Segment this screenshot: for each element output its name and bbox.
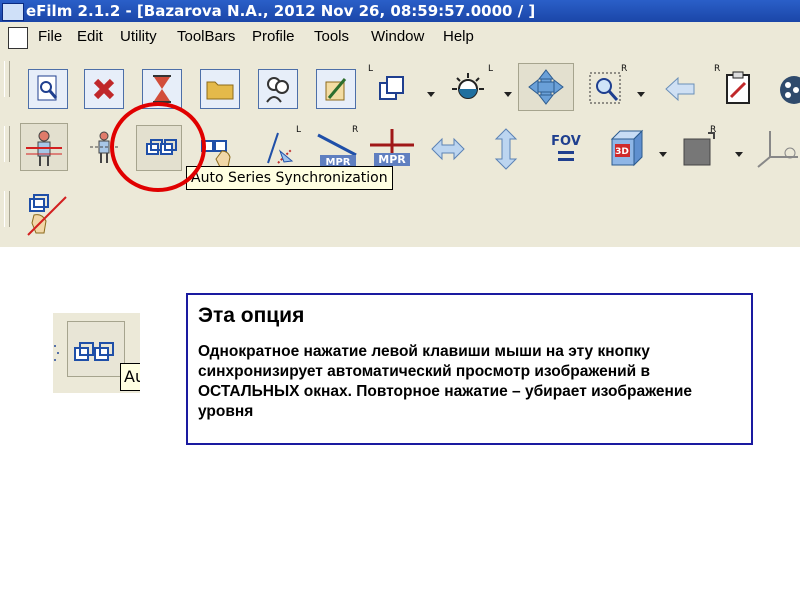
pen-paper-icon [325, 78, 347, 101]
arrow-left-icon [665, 76, 695, 102]
window-level-button[interactable] [448, 69, 488, 109]
superscript-label: R [710, 125, 717, 135]
mpr-label: MPR [378, 153, 406, 166]
clipboard-icon [726, 71, 750, 104]
document-icon[interactable] [8, 27, 28, 49]
pan-button[interactable] [518, 63, 574, 111]
linked-windows-icon [74, 342, 114, 361]
superscript-label: R [352, 125, 359, 135]
volume-3d-button[interactable]: 3D [606, 127, 656, 167]
callout-body: Однократное нажатие левой клавиши мыши н… [198, 343, 692, 420]
magnifier-page-icon [37, 75, 58, 101]
callout-title: Эта опция [198, 304, 305, 327]
disable-sync-button[interactable] [24, 191, 70, 237]
title-bar: eFilm 2.1.2 - [Bazarova N.A., 2012 Nov 2… [0, 0, 800, 22]
annotate-button[interactable] [316, 69, 356, 109]
superscript-label: L [296, 125, 302, 135]
hand-strikethrough-icon [27, 194, 67, 236]
superscript-label: L [368, 64, 374, 74]
auto-series-sync-button-zoomed [67, 321, 125, 377]
film-reel-icon [780, 76, 800, 104]
cube-3d-icon: 3D [610, 129, 644, 167]
fov-label: FOV [551, 134, 581, 149]
window-title: eFilm 2.1.2 - [Bazarova N.A., 2012 Nov 2… [26, 2, 536, 20]
flip-horizontal-button[interactable] [428, 131, 468, 171]
report-button[interactable] [718, 69, 758, 109]
highlight-circle [110, 102, 206, 192]
menu-tools[interactable]: Tools [314, 28, 349, 45]
superscript-label: R [714, 64, 721, 74]
menu-utility[interactable]: Utility [120, 28, 157, 45]
flip-vertical-button[interactable] [486, 127, 526, 170]
window-level-icon [452, 73, 484, 99]
crosshair-plane-icon: MPR [370, 129, 414, 166]
zoomed-button-crop: Au [53, 313, 140, 393]
axes-button[interactable] [752, 127, 800, 168]
zoom-magnifier-icon [589, 72, 621, 104]
grey-square-icon [683, 132, 715, 166]
angle-measure-icon [267, 132, 294, 164]
oblique-plane-icon: MPR [317, 133, 357, 168]
measure-button[interactable] [262, 129, 302, 169]
arrows-horizontal-icon [431, 137, 465, 161]
chevron-down-icon[interactable] [427, 92, 435, 97]
toolbar-gripper[interactable] [4, 61, 10, 97]
callout-box: Эта опция Однократное нажатие левой клав… [186, 293, 753, 445]
folder-icon [206, 81, 234, 100]
arrows-vertical-icon [494, 128, 518, 170]
people-icon [266, 77, 289, 103]
patient-orientation-button[interactable] [20, 123, 68, 171]
app-icon [2, 3, 24, 21]
superscript-label: R [621, 64, 628, 74]
toolbar-edge-dots-icon [54, 345, 59, 361]
menu-window[interactable]: Window [371, 28, 424, 45]
mip-button[interactable] [678, 129, 718, 169]
menu-toolbars[interactable]: ToolBars [177, 28, 235, 45]
chevron-down-icon[interactable] [659, 152, 667, 157]
open-study-button[interactable] [28, 69, 68, 109]
toolbar-gripper[interactable] [4, 126, 10, 162]
close-icon [93, 78, 115, 100]
fov-button[interactable]: FOV [546, 129, 586, 169]
axes-icon [757, 131, 798, 168]
toolbar-gripper[interactable] [4, 191, 10, 227]
patients-button[interactable] [258, 69, 298, 109]
mpr-oblique-button[interactable]: MPR [314, 129, 362, 169]
film-reel-button[interactable] [774, 69, 800, 109]
person-crosshair-icon [26, 130, 62, 166]
layout-button[interactable] [374, 69, 414, 109]
menu-bar: File Edit Utility ToolBars Profile Tools… [0, 22, 800, 52]
tooltip: Auto Series Synchronization [186, 166, 393, 190]
superscript-label: L [488, 64, 494, 74]
previous-button[interactable] [660, 69, 700, 109]
move-arrows-icon [528, 69, 564, 105]
mpr-button[interactable]: MPR [368, 127, 416, 167]
open-folder-button[interactable] [200, 69, 240, 109]
zoomed-tooltip: Au [120, 363, 140, 391]
fov-icon: FOV [551, 134, 581, 161]
menu-help[interactable]: Help [443, 28, 474, 45]
menu-edit[interactable]: Edit [77, 28, 103, 45]
stacked-windows-icon [379, 76, 404, 100]
zoom-button[interactable] [586, 69, 626, 109]
close-button[interactable] [84, 69, 124, 109]
menu-file[interactable]: File [38, 28, 62, 45]
three-d-label: 3D [615, 147, 629, 157]
menu-profile[interactable]: Profile [252, 28, 295, 45]
chevron-down-icon[interactable] [504, 92, 512, 97]
chevron-down-icon[interactable] [637, 92, 645, 97]
chevron-down-icon[interactable] [735, 152, 743, 157]
